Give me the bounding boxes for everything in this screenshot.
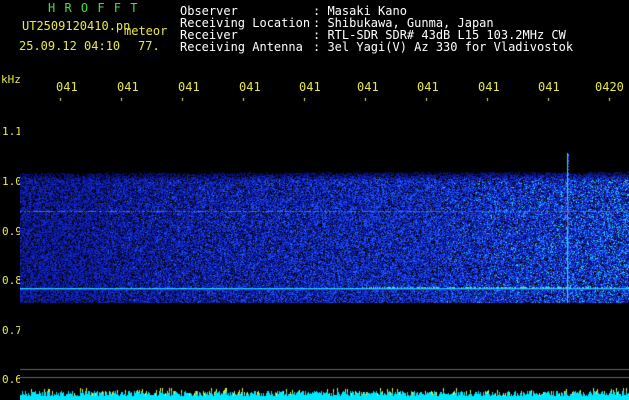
time-tick-label: 041 [299,80,321,94]
time-tick-label: 0420 [595,80,624,94]
time-tick-label: 041 [478,80,500,94]
freq-tick-label: 0.6 [2,373,22,386]
freq-tick-label: 0.9 [2,225,22,238]
freq-tick-label: 1.0 [2,175,22,188]
freq-tick-label: 0.8 [2,274,22,287]
image-filename: UT2509120410.pn [22,19,131,33]
time-tick-label: 041 [56,80,78,94]
count-value: 77. [138,39,160,53]
time-tick-label: 041 [117,80,139,94]
label-antenna: Receiving Antenna [180,40,303,54]
spectrogram [20,98,629,400]
time-tick-label: 041 [538,80,560,94]
date-time: 25.09.12 04:10 [19,39,121,53]
freq-tick-label: 0.7 [2,324,22,337]
freq-tick-label: 1.1 [2,125,22,138]
value-antenna: : 3el Yagi(V) Az 330 for Vladivostok [313,40,574,54]
axis-unit: kHz [1,73,21,86]
time-tick-label: 041 [178,80,200,94]
time-tick-label: 041 [357,80,379,94]
time-tick-label: 041 [417,80,439,94]
station-code: H R O F F T [48,1,139,15]
mode-label: meteor [124,24,168,38]
time-tick-label: 041 [239,80,261,94]
